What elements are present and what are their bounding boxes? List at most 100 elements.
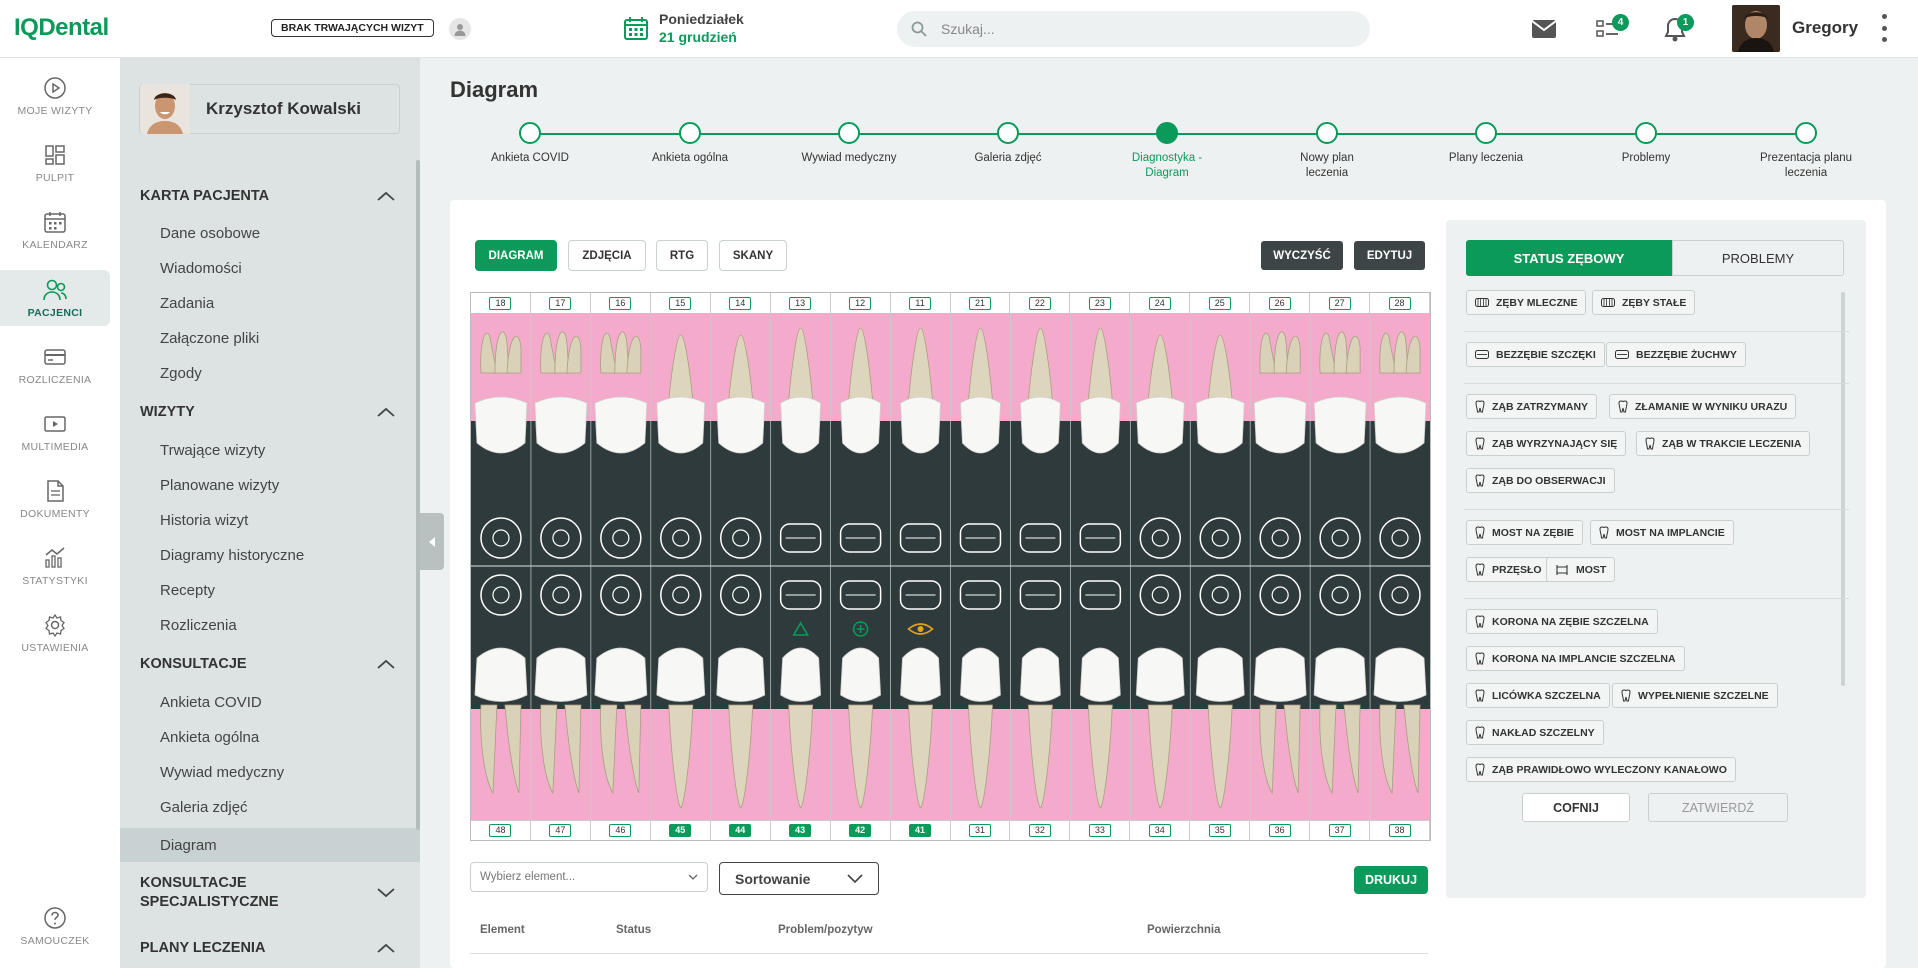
visit-status-badge[interactable]: BRAK TRWAJĄCYCH WIZYT (271, 19, 434, 37)
more-menu-icon[interactable] (1880, 14, 1888, 42)
column-header-powierzchnia[interactable]: Powierzchnia (1147, 924, 1221, 936)
date-display[interactable]: Poniedziałek 21 grudzień (623, 11, 744, 45)
tooth-number-cell[interactable]: 14 (711, 293, 771, 313)
tooth-number-cell[interactable]: 13 (771, 293, 831, 313)
tooth-number-cell[interactable]: 34 (1130, 821, 1191, 840)
element-select[interactable]: Wybierz element... (470, 862, 708, 892)
tooth-number-cell[interactable]: 35 (1190, 821, 1251, 840)
option-most-na-implancie[interactable]: MOST NA IMPLANCIE (1590, 520, 1734, 545)
option-zab-wyrzynajacy-sie[interactable]: ZĄB WYRZYNAJĄCY SIĘ (1466, 431, 1627, 456)
option-korona-na-implancie-szczelna[interactable]: KORONA NA IMPLANCIE SZCZELNA (1466, 646, 1685, 671)
tab-problemy[interactable]: PROBLEMY (1672, 240, 1844, 276)
user-name[interactable]: Gregory (1792, 18, 1858, 38)
sidebar-item-wiadomosci[interactable]: Wiadomości (160, 260, 242, 277)
edit-button[interactable]: EDYTUJ (1354, 241, 1425, 270)
tooth-number-cell[interactable]: 32 (1010, 821, 1071, 840)
tooth-number-cell[interactable]: 22 (1010, 293, 1071, 313)
step-1[interactable]: Ankieta ogólna (635, 122, 745, 166)
option-bezzebie-zuchwy[interactable]: BEZZĘBIE ŻUCHWY (1606, 342, 1746, 367)
sort-dropdown[interactable]: Sortowanie (719, 862, 879, 895)
tooth-number-cell[interactable]: 21 (951, 293, 1011, 313)
nav-rozliczenia[interactable]: ROZLICZENIA (0, 337, 110, 393)
tooth-number-cell[interactable]: 37 (1310, 821, 1371, 840)
option-zab-prawidlowo-wyleczony-kanalowo[interactable]: ZĄB PRAWIDŁOWO WYLECZONY KANAŁOWO (1466, 757, 1736, 782)
column-header-status[interactable]: Status (616, 924, 651, 936)
tooth-number-cell[interactable]: 12 (831, 293, 891, 313)
nav-samouczek[interactable]: SAMOUCZEK (0, 898, 110, 954)
step-3[interactable]: Galeria zdjęć (953, 122, 1063, 166)
tooth-number-cell[interactable]: 18 (471, 293, 531, 313)
nav-ustawienia[interactable]: USTAWIENIA (0, 605, 110, 661)
tooth-number-cell[interactable]: 25 (1190, 293, 1251, 313)
tooth-number-cell[interactable]: 17 (531, 293, 591, 313)
mail-icon[interactable] (1531, 19, 1557, 39)
sidebar-item-zgody[interactable]: Zgody (160, 365, 202, 382)
sidebar-scrollbar[interactable] (416, 160, 420, 830)
tasks-button[interactable]: 4 (1596, 14, 1629, 41)
tooth-number-cell[interactable]: 47 (531, 821, 591, 840)
option-zab-zatrzymany[interactable]: ZĄB ZATRZYMANY (1466, 394, 1598, 419)
sidebar-item-rozliczenia[interactable]: Rozliczenia (160, 617, 237, 634)
tooth-number-cell[interactable]: 45 (651, 821, 711, 840)
nav-pacjenci[interactable]: PACJENCI (0, 270, 110, 326)
option-most[interactable]: MOST (1546, 557, 1616, 582)
tooth-number-cell[interactable]: 33 (1070, 821, 1131, 840)
sidebar-item-galeria-zdjec[interactable]: Galeria zdjęć (160, 799, 248, 816)
step-7[interactable]: Problemy (1591, 122, 1701, 166)
tab-diagram[interactable]: DIAGRAM (475, 240, 557, 271)
tooth-number-cell[interactable]: 24 (1130, 293, 1191, 313)
search-input[interactable] (941, 21, 1321, 37)
sidebar-item-diagramy-historyczne[interactable]: Diagramy historyczne (160, 547, 304, 564)
tab-skany[interactable]: SKANY (719, 240, 787, 271)
option-most-na-zebie[interactable]: MOST NA ZĘBIE (1466, 520, 1583, 545)
status-scrollbar[interactable] (1841, 292, 1845, 686)
nav-dokumenty[interactable]: DOKUMENTY (0, 471, 110, 527)
sidebar-item-ankieta-covid[interactable]: Ankieta COVID (160, 694, 262, 711)
nav-multimedia[interactable]: MULTIMEDIA (0, 404, 110, 460)
undo-button[interactable]: COFNIJ (1522, 793, 1630, 822)
sidebar-item-wywiad-medyczny[interactable]: Wywiad medyczny (160, 764, 284, 781)
sidebar-item-historia-wizyt[interactable]: Historia wizyt (160, 512, 248, 529)
collapse-sidebar-button[interactable] (420, 513, 444, 570)
nav-kalendarz[interactable]: KALENDARZ (0, 202, 110, 258)
option-naklad-szczelny[interactable]: NAKŁAD SZCZELNY (1466, 720, 1604, 745)
nav-moje-wizyty[interactable]: MOJE WIZYTY (0, 68, 110, 124)
tooth-number-cell[interactable]: 26 (1250, 293, 1311, 313)
section-konsultacje[interactable]: KONSULTACJE (140, 656, 395, 672)
section-plany-leczenia[interactable]: PLANY LECZENIA (140, 940, 395, 956)
tooth-number-cell[interactable]: 43 (771, 821, 831, 840)
tooth-number-cell[interactable]: 42 (831, 821, 891, 840)
patient-card[interactable]: Krzysztof Kowalski (139, 84, 400, 134)
option-zab-do-obserwacji[interactable]: ZĄB DO OBSERWACJI (1466, 468, 1615, 493)
nav-pulpit[interactable]: PULPIT (0, 135, 110, 191)
step-2[interactable]: Wywiad medyczny (794, 122, 904, 166)
option-korona-na-zebie-szczelna[interactable]: KORONA NA ZĘBIE SZCZELNA (1466, 609, 1658, 634)
tooth-number-cell[interactable]: 44 (711, 821, 771, 840)
confirm-button[interactable]: ZATWIERDŹ (1648, 793, 1788, 822)
sidebar-item-trwajace-wizyty[interactable]: Trwające wizyty (160, 442, 265, 459)
tooth-number-cell[interactable]: 16 (591, 293, 651, 313)
clear-button[interactable]: WYCZYŚĆ (1261, 241, 1343, 270)
tab-status-zebowy[interactable]: STATUS ZĘBOWY (1466, 240, 1672, 276)
section-konsultacje-specjalistyczne[interactable]: KONSULTACJE SPECJALISTYCZNE (140, 874, 395, 912)
option-licowka-szczelna[interactable]: LICÓWKA SZCZELNA (1466, 683, 1610, 708)
section-karta-pacjenta[interactable]: KARTA PACJENTA (140, 188, 395, 204)
sidebar-item-diagram[interactable]: Diagram (120, 828, 420, 862)
section-wizyty[interactable]: WIZYTY (140, 404, 395, 420)
tooth-number-cell[interactable]: 23 (1070, 293, 1131, 313)
tooth-number-cell[interactable]: 31 (951, 821, 1011, 840)
step-5[interactable]: Nowy plan leczenia (1272, 122, 1382, 181)
tooth-number-cell[interactable]: 46 (591, 821, 651, 840)
notifications-button[interactable]: 1 (1663, 14, 1694, 43)
search-box[interactable] (897, 11, 1370, 47)
tab-zdjecia[interactable]: ZDJĘCIA (568, 240, 646, 271)
step-4[interactable]: Diagnostyka - Diagram (1112, 122, 1222, 181)
app-logo[interactable]: IQDental (14, 14, 109, 42)
tooth-number-cell[interactable]: 15 (651, 293, 711, 313)
tooth-number-cell[interactable]: 38 (1370, 821, 1430, 840)
option-przeslo[interactable]: PRZĘSŁO (1466, 557, 1551, 582)
option-bezzebie-szczeki[interactable]: BEZZĘBIE SZCZĘKI (1466, 342, 1605, 367)
print-button[interactable]: DRUKUJ (1354, 866, 1428, 894)
tooth-number-cell[interactable]: 27 (1310, 293, 1371, 313)
tab-rtg[interactable]: RTG (656, 240, 708, 271)
